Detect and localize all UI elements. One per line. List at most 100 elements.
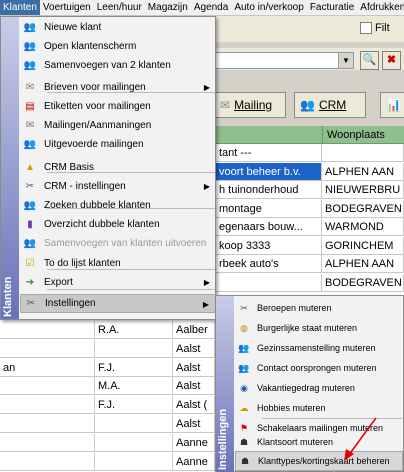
menu-facturatie[interactable]: Facturatie (307, 0, 357, 15)
people-icon: 👥 (23, 41, 37, 52)
submenu-stripe-label: Instellingen (217, 408, 229, 470)
submenu-item-vakantiegedrag-muteren[interactable]: ◉ Vakantiegedrag muteren (235, 378, 403, 398)
submenu-arrow-icon: ▶ (203, 83, 210, 92)
grid-cell[interactable] (0, 396, 95, 415)
menu-item-nieuwe-klant[interactable]: 👥 Nieuwe klant (20, 18, 216, 37)
chart-button[interactable]: 📊 (380, 92, 404, 118)
crm-button[interactable]: 👥 CRM (294, 92, 366, 118)
menu-auto-in-verkoop[interactable]: Auto in/verkoop (231, 0, 307, 15)
grid-cell[interactable] (95, 433, 173, 452)
grid-cell-name[interactable]: koop 3333 (216, 236, 322, 255)
grid-cell[interactable]: F.J. (95, 396, 173, 415)
submenu-arrow-icon: ▶ (203, 182, 210, 191)
menu-item-crm-basis[interactable]: ▲ CRM Basis (20, 158, 216, 177)
grid-cell[interactable]: F.J. (95, 358, 173, 377)
grid-cell-woonplaats[interactable]: ALPHEN AAN (322, 162, 404, 181)
grid-cell[interactable]: Aalst ( (173, 396, 215, 415)
grid-cell-woonplaats[interactable]: WARMOND (322, 218, 404, 236)
menu-voertuigen[interactable]: Voertuigen (40, 0, 94, 15)
grid-cell[interactable]: M.A. (95, 377, 173, 396)
grid-cell-name[interactable]: tant --- (216, 144, 322, 162)
grid-cell-name[interactable]: egenaars bouw... (216, 218, 322, 236)
people-icon: 👥 (23, 60, 37, 71)
grid-cell[interactable] (0, 415, 95, 433)
grid-cell[interactable] (0, 452, 95, 471)
menu-magazijn[interactable]: Magazijn (145, 0, 191, 15)
letter-icon: ✉ (25, 82, 35, 93)
grid-cell[interactable]: R.A. (95, 321, 173, 339)
people-icon: 👥 (23, 238, 37, 249)
search-icon: 🔍 (362, 54, 377, 66)
filter-checkbox-row[interactable]: Filt (360, 22, 390, 34)
tools-icon: ✂ (26, 298, 36, 309)
chevron-down-icon[interactable]: ▼ (338, 53, 353, 68)
menu-item-brieven-voor-mailingen[interactable]: ✉ Brieven voor mailingen ▶ (20, 78, 216, 97)
label-icon: ▤ (25, 101, 35, 112)
clear-button[interactable]: ✖ (382, 51, 401, 70)
menu-item-open-klantenscherm[interactable]: 👥 Open klantenscherm (20, 37, 216, 56)
grid-cell[interactable] (0, 339, 95, 358)
menu-afdrukken[interactable]: Afdrukken (357, 0, 404, 15)
filter-checkbox[interactable] (360, 22, 372, 34)
grid-cell-woonplaats[interactable]: BODEGRAVEN (322, 199, 404, 218)
submenu-item-beroepen-muteren[interactable]: ✂ Beroepen muteren (235, 298, 403, 318)
grid-cell[interactable] (0, 377, 95, 396)
grid-cell[interactable] (0, 321, 95, 339)
menu-item-mailingen-aanmaningen[interactable]: ✉ Mailingen/Aanmaningen (20, 116, 216, 135)
grid-header-woonplaats[interactable]: Woonplaats (322, 126, 404, 144)
submenu-item-label: Klantsoort muteren (257, 437, 334, 447)
grid-cell[interactable]: Aanne (173, 433, 215, 452)
submenu-item-gezinssamenstelling-muteren[interactable]: 👥 Gezinssamenstelling muteren (235, 338, 403, 358)
menu-klanten[interactable]: Klanten (0, 0, 40, 15)
menu-item-label: Nieuwe klant (44, 22, 102, 33)
people-icon: 👥 (23, 200, 37, 211)
person-icon: ☗ (240, 455, 250, 466)
grid-cell[interactable]: Aalst (173, 377, 215, 396)
grid-cell[interactable] (0, 433, 95, 452)
menu-item-label: Overzicht dubbele klanten (44, 219, 160, 230)
submenu-item-hobbies-muteren[interactable]: ☁ Hobbies muteren (235, 398, 403, 418)
grid-cell[interactable]: an (0, 358, 95, 377)
search-combobox[interactable]: ▼ (214, 52, 354, 69)
grid-cell-name[interactable]: rbeek auto's (216, 255, 322, 273)
grid-cell-name[interactable]: h tuinonderhoud (216, 181, 322, 199)
menu-item-samenvoegen-van-klanten-uitvoeren[interactable]: 👥 Samenvoegen van klanten uitvoeren (20, 234, 216, 253)
chart-icon: 📊 (386, 98, 401, 112)
grid-cell[interactable]: Aanne (173, 452, 215, 471)
menu-agenda[interactable]: Agenda (191, 0, 231, 15)
menu-item-crm-instellingen[interactable]: ✂ CRM - instellingen ▶ (20, 177, 216, 196)
grid-cell[interactable]: Aalber (173, 321, 215, 339)
menu-separator (47, 172, 215, 173)
menu-item-overzicht-dubbele-klanten[interactable]: ▮ Overzicht dubbele klanten (20, 215, 216, 234)
menu-leen-huur[interactable]: Leen/huur (94, 0, 145, 15)
grid-cell[interactable] (95, 415, 173, 433)
grid-cell[interactable] (95, 339, 173, 358)
grid-cell-woonplaats[interactable]: ALPHEN AAN (322, 255, 404, 273)
grid-cell[interactable]: Aalst (173, 339, 215, 358)
menu-item-label: Instellingen (45, 298, 96, 309)
mailing-button[interactable]: ✉ Mailing (214, 92, 286, 118)
submenu-item-burgerlijke-staat-muteren[interactable]: ◍ Burgerlijke staat muteren (235, 318, 403, 338)
submenu-item-label: Burgerlijke staat muteren (257, 323, 358, 333)
grid-cell-name[interactable] (216, 273, 322, 292)
menu-item-to-do-lijst-klanten[interactable]: ☑ To do lijst klanten (20, 254, 216, 273)
menu-item-label: CRM - instellingen (44, 181, 126, 192)
grid-cell-woonplaats[interactable]: BODEGRAVEN (322, 273, 404, 292)
grid-cell[interactable] (95, 452, 173, 471)
submenu-item-contact-oorsprongen-muteren[interactable]: 👥 Contact oorsprongen muteren (235, 358, 403, 378)
globe-icon: ◉ (240, 382, 248, 393)
grid-cell-name[interactable]: voort beheer b.v. (216, 162, 322, 181)
menu-item-zoeken-dubbele-klanten[interactable]: 👥 Zoeken dubbele klanten (20, 196, 216, 215)
grid-cell-woonplaats[interactable] (322, 144, 404, 162)
menu-item-samenvoegen-van-2-klanten[interactable]: 👥 Samenvoegen van 2 klanten (20, 56, 216, 75)
menu-item-uitgevoerde-mailingen[interactable]: 👥 Uitgevoerde mailingen (20, 135, 216, 154)
grid-cell[interactable]: Aalst (173, 358, 215, 377)
menu-item-instellingen[interactable]: ✂ Instellingen ▶ (20, 294, 216, 313)
menu-item-etiketten-voor-mailingen[interactable]: ▤ Etiketten voor mailingen (20, 97, 216, 116)
grid-cell-woonplaats[interactable]: NIEUWERBRU (322, 181, 404, 199)
grid-cell[interactable]: Aalst (173, 415, 215, 433)
grid-cell-woonplaats[interactable]: GORINCHEM (322, 236, 404, 255)
menu-side-stripe: Klanten (1, 17, 19, 319)
search-button[interactable]: 🔍 (360, 51, 379, 70)
grid-cell-name[interactable]: montage (216, 199, 322, 218)
